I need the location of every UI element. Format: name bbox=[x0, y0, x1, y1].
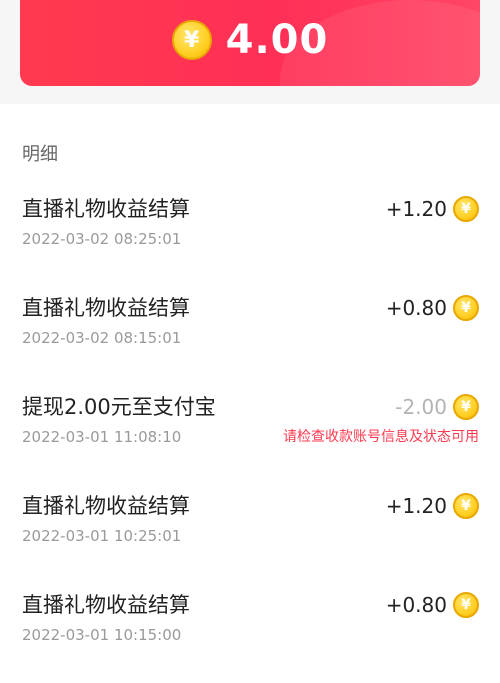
coin-icon: ¥ bbox=[453, 295, 479, 321]
list-item[interactable]: 提现2.00元至支付宝 2022-03-01 11:08:10 -2.00 ¥ … bbox=[0, 386, 500, 485]
record-time: 2022-03-01 10:15:00 bbox=[22, 626, 182, 644]
record-amount: +1.20 bbox=[385, 197, 447, 221]
record-time: 2022-03-02 08:25:01 bbox=[22, 230, 182, 248]
balance-card: ¥ 4.00 bbox=[20, 0, 480, 86]
list-item[interactable]: 直播礼物收益结算 2022-03-02 08:25:01 +1.20 ¥ bbox=[0, 188, 500, 287]
record-amount: +1.20 bbox=[385, 494, 447, 518]
record-time: 2022-03-01 10:25:01 bbox=[22, 527, 182, 545]
record-title: 直播礼物收益结算 bbox=[22, 197, 190, 221]
list-item[interactable]: 直播礼物收益结算 2022-03-02 08:15:01 +0.80 ¥ bbox=[0, 287, 500, 386]
record-time: 2022-03-02 08:15:01 bbox=[22, 329, 182, 347]
record-status: 请检查收款账号信息及状态可用 bbox=[283, 429, 479, 445]
coin-icon: ¥ bbox=[453, 394, 479, 420]
record-amount: -2.00 bbox=[395, 395, 447, 419]
coin-icon: ¥ bbox=[453, 493, 479, 519]
list-item[interactable]: 直播礼物收益结算 2022-03-01 10:25:01 +1.20 ¥ bbox=[0, 485, 500, 584]
header-area: ¥ 4.00 bbox=[0, 0, 500, 104]
coin-icon: ¥ bbox=[453, 592, 479, 618]
balance-amount: 4.00 bbox=[225, 17, 329, 63]
record-amount: +0.80 bbox=[385, 593, 447, 617]
record-amount: +0.80 bbox=[385, 296, 447, 320]
section-title: 明细 bbox=[22, 144, 58, 165]
coin-icon: ¥ bbox=[453, 196, 479, 222]
record-time: 2022-03-01 11:08:10 bbox=[22, 428, 182, 446]
coin-icon: ¥ bbox=[171, 20, 212, 60]
record-title: 直播礼物收益结算 bbox=[22, 593, 190, 617]
record-title: 直播礼物收益结算 bbox=[22, 296, 190, 320]
list-item[interactable]: 直播礼物收益结算 2022-03-01 10:15:00 +0.80 ¥ bbox=[0, 584, 500, 683]
record-title: 直播礼物收益结算 bbox=[22, 494, 190, 518]
record-list: 直播礼物收益结算 2022-03-02 08:25:01 +1.20 ¥ 直播礼… bbox=[0, 188, 500, 683]
balance-row: ¥ 4.00 bbox=[20, 8, 480, 72]
record-title: 提现2.00元至支付宝 bbox=[22, 395, 216, 419]
